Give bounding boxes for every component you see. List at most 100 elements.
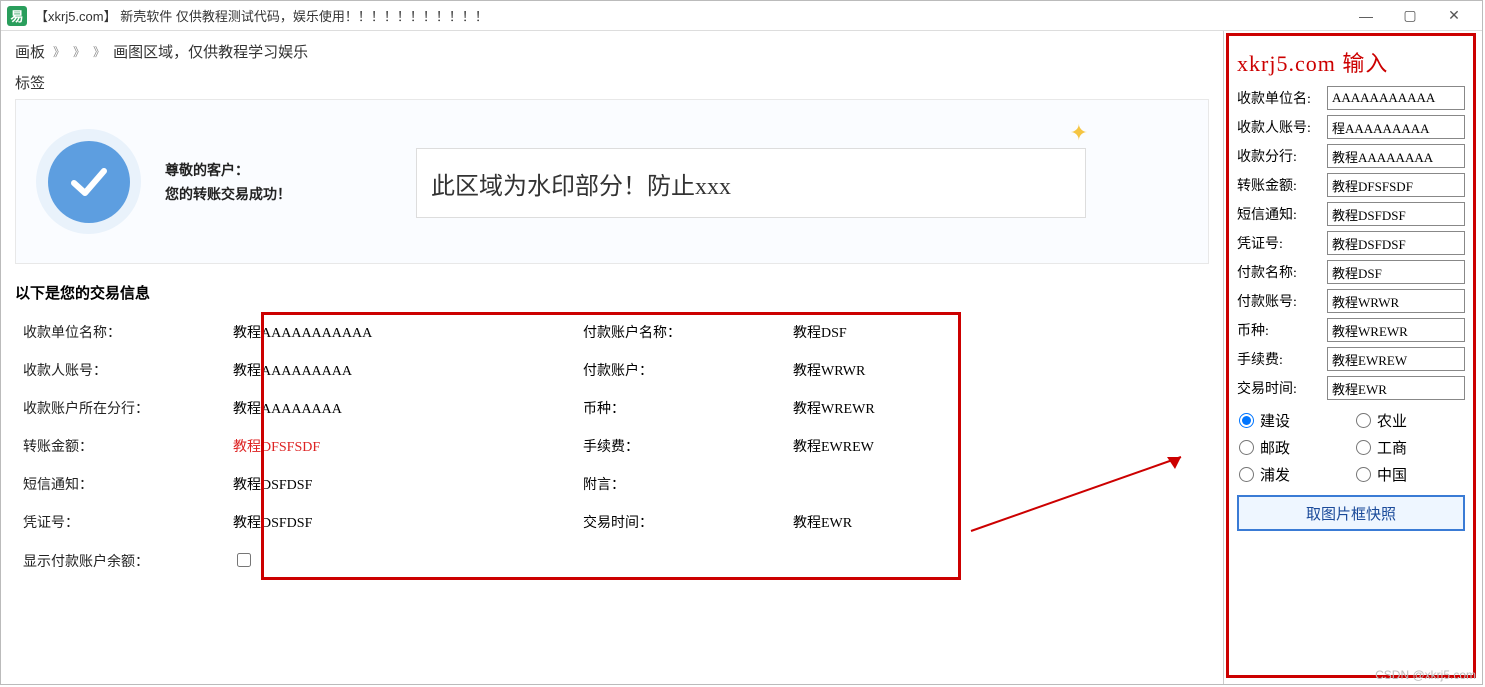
transaction-table: 收款单位名称：教程AAAAAAAAAAA付款账户名称：教程DSF收款人账号：教程…	[15, 313, 1209, 581]
input-panel: xkrj5.com 输入 收款单位名:收款人账号:收款分行:转账金额:短信通知:…	[1226, 33, 1476, 678]
input-row: 转账金额:	[1237, 173, 1465, 197]
table-row: 收款人账号：教程AAAAAAAAA付款账户：教程WRWR	[15, 351, 1209, 389]
bank-radio-option[interactable]: 中国	[1356, 464, 1463, 485]
window-controls: — ▢ ✕	[1344, 2, 1476, 30]
radio-label: 农业	[1377, 410, 1407, 431]
field-label: 付款账户名称：	[575, 313, 785, 351]
input-label: 收款单位名:	[1237, 88, 1323, 108]
bank-radio-group: 建设 农业邮政 工商浦发 中国	[1239, 410, 1463, 485]
show-balance-checkbox[interactable]	[237, 553, 251, 567]
minimize-button[interactable]: —	[1344, 2, 1388, 30]
field-label: 交易时间：	[575, 503, 785, 541]
table-row: 显示付款账户余额：	[15, 541, 1209, 581]
radio-label: 工商	[1377, 437, 1407, 458]
table-row: 收款账户所在分行：教程AAAAAAAA币种：教程WREWR	[15, 389, 1209, 427]
input-label: 收款分行:	[1237, 146, 1323, 166]
radio-label: 中国	[1377, 464, 1407, 485]
field-value: 教程DSFDSF	[225, 503, 575, 541]
transaction-section: 以下是您的交易信息 收款单位名称：教程AAAAAAAAAAA付款账户名称：教程D…	[15, 282, 1209, 581]
text-input[interactable]	[1327, 202, 1465, 226]
input-row: 收款单位名:	[1237, 86, 1465, 110]
close-button[interactable]: ✕	[1432, 2, 1476, 30]
text-input[interactable]	[1327, 347, 1465, 371]
field-label: 付款账户：	[575, 351, 785, 389]
table-row: 转账金额：教程DFSFSDF手续费：教程EWREW	[15, 427, 1209, 465]
banner-line1: 尊敬的客户：	[165, 160, 291, 180]
radio-input[interactable]	[1239, 413, 1254, 428]
field-label: 显示付款账户余额：	[15, 541, 225, 581]
radio-input[interactable]	[1356, 413, 1371, 428]
breadcrumb-root: 画板	[15, 41, 45, 62]
input-label: 付款账号:	[1237, 291, 1323, 311]
radio-label: 浦发	[1260, 464, 1290, 485]
app-icon: 易	[7, 6, 27, 26]
breadcrumb-sep-icon: 》	[53, 43, 65, 60]
field-label	[575, 541, 785, 581]
text-input[interactable]	[1327, 376, 1465, 400]
table-row: 凭证号：教程DSFDSF交易时间：教程EWR	[15, 503, 1209, 541]
input-row: 交易时间:	[1237, 376, 1465, 400]
input-row: 付款名称:	[1237, 260, 1465, 284]
snapshot-button[interactable]: 取图片框快照	[1237, 495, 1465, 531]
bank-radio-option[interactable]: 工商	[1356, 437, 1463, 458]
field-label: 收款人账号：	[15, 351, 225, 389]
field-value: 教程EWR	[785, 503, 1209, 541]
field-label: 收款账户所在分行：	[15, 389, 225, 427]
titlebar: 易 【xkrj5.com】 新壳软件 仅供教程测试代码，娱乐使用！！！！！！！！…	[1, 1, 1482, 31]
window-title: 【xkrj5.com】 新壳软件 仅供教程测试代码，娱乐使用！！！！！！！！！！…	[35, 6, 1336, 25]
text-input[interactable]	[1327, 289, 1465, 313]
radio-input[interactable]	[1239, 467, 1254, 482]
bank-radio-option[interactable]: 建设	[1239, 410, 1346, 431]
radio-input[interactable]	[1239, 440, 1254, 455]
text-input[interactable]	[1327, 115, 1465, 139]
field-value: 教程WRWR	[785, 351, 1209, 389]
input-row: 短信通知:	[1237, 202, 1465, 226]
field-value: 教程DSF	[785, 313, 1209, 351]
success-banner: 尊敬的客户： 您的转账交易成功！ 此区域为水印部分！防止xxx ✦	[15, 99, 1209, 264]
field-label: 短信通知：	[15, 465, 225, 503]
transaction-heading: 以下是您的交易信息	[15, 282, 1209, 303]
input-row: 收款人账号:	[1237, 115, 1465, 139]
radio-input[interactable]	[1356, 467, 1371, 482]
input-row: 凭证号:	[1237, 231, 1465, 255]
left-pane: 画板 》 》 》 画图区域，仅供教程学习娱乐 标签 尊敬的客户：	[1, 31, 1224, 684]
table-row: 收款单位名称：教程AAAAAAAAAAA付款账户名称：教程DSF	[15, 313, 1209, 351]
breadcrumb-sep-icon: 》	[93, 43, 105, 60]
input-row: 收款分行:	[1237, 144, 1465, 168]
text-input[interactable]	[1327, 318, 1465, 342]
text-input[interactable]	[1327, 144, 1465, 168]
maximize-button[interactable]: ▢	[1388, 2, 1432, 30]
bank-radio-option[interactable]: 农业	[1356, 410, 1463, 431]
radio-label: 建设	[1260, 410, 1290, 431]
text-input[interactable]	[1327, 231, 1465, 255]
radio-label: 邮政	[1260, 437, 1290, 458]
input-label: 手续费:	[1237, 349, 1323, 369]
input-label: 币种:	[1237, 320, 1323, 340]
table-row: 短信通知：教程DSFDSF附言：	[15, 465, 1209, 503]
input-label: 凭证号:	[1237, 233, 1323, 253]
banner-line2: 您的转账交易成功！	[165, 184, 291, 204]
field-value: 教程AAAAAAAAAAA	[225, 313, 575, 351]
input-row: 手续费:	[1237, 347, 1465, 371]
breadcrumb-sep-icon: 》	[73, 43, 85, 60]
bank-radio-option[interactable]: 浦发	[1239, 464, 1346, 485]
csdn-watermark: CSDN @xkrj5.com	[1375, 668, 1476, 682]
field-value	[225, 541, 575, 581]
input-row: 付款账号:	[1237, 289, 1465, 313]
field-value: 教程EWREW	[785, 427, 1209, 465]
text-input[interactable]	[1327, 86, 1465, 110]
text-input[interactable]	[1327, 173, 1465, 197]
sparkle-icon: ✦	[1070, 120, 1088, 146]
text-input[interactable]	[1327, 260, 1465, 284]
input-label: 转账金额:	[1237, 175, 1323, 195]
bank-radio-option[interactable]: 邮政	[1239, 437, 1346, 458]
field-label: 手续费：	[575, 427, 785, 465]
watermark-box: 此区域为水印部分！防止xxx	[416, 148, 1086, 218]
check-circle-icon	[36, 129, 141, 234]
field-value: 教程WREWR	[785, 389, 1209, 427]
radio-input[interactable]	[1356, 440, 1371, 455]
input-label: 付款名称:	[1237, 262, 1323, 282]
field-label: 凭证号：	[15, 503, 225, 541]
input-label: 收款人账号:	[1237, 117, 1323, 137]
app-window: 易 【xkrj5.com】 新壳软件 仅供教程测试代码，娱乐使用！！！！！！！！…	[0, 0, 1483, 685]
